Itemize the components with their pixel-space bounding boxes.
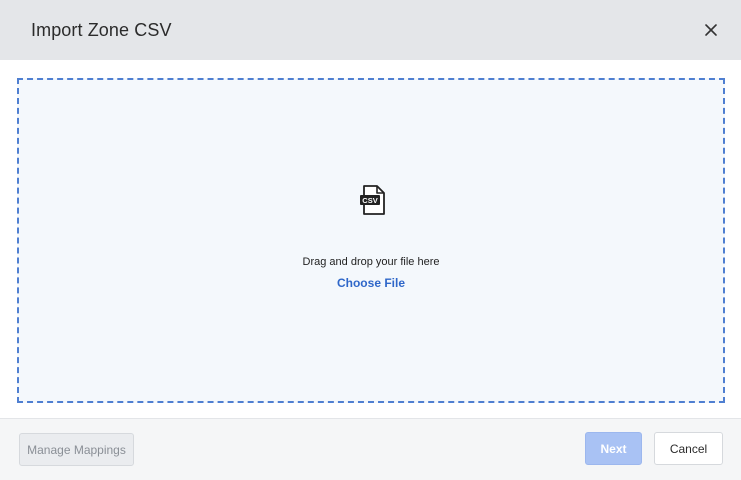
dialog-footer: Manage Mappings Next Cancel <box>0 418 741 480</box>
manage-mappings-button[interactable]: Manage Mappings <box>19 433 134 466</box>
choose-file-link[interactable]: Choose File <box>19 276 723 290</box>
file-dropzone[interactable]: CSV Drag and drop your file here Choose … <box>17 78 725 403</box>
dialog-title: Import Zone CSV <box>31 19 172 40</box>
csv-file-icon: CSV <box>360 185 385 215</box>
cancel-button[interactable]: Cancel <box>654 432 723 465</box>
close-icon <box>705 24 717 36</box>
next-button[interactable]: Next <box>585 432 642 465</box>
drop-instruction: Drag and drop your file here <box>302 256 440 268</box>
dialog-header: Import Zone CSV <box>0 0 741 60</box>
close-button[interactable] <box>701 20 721 40</box>
import-zone-csv-dialog: Import Zone CSV CSV Drag and drop your f… <box>0 0 741 480</box>
csv-icon-label: CSV <box>362 196 377 205</box>
